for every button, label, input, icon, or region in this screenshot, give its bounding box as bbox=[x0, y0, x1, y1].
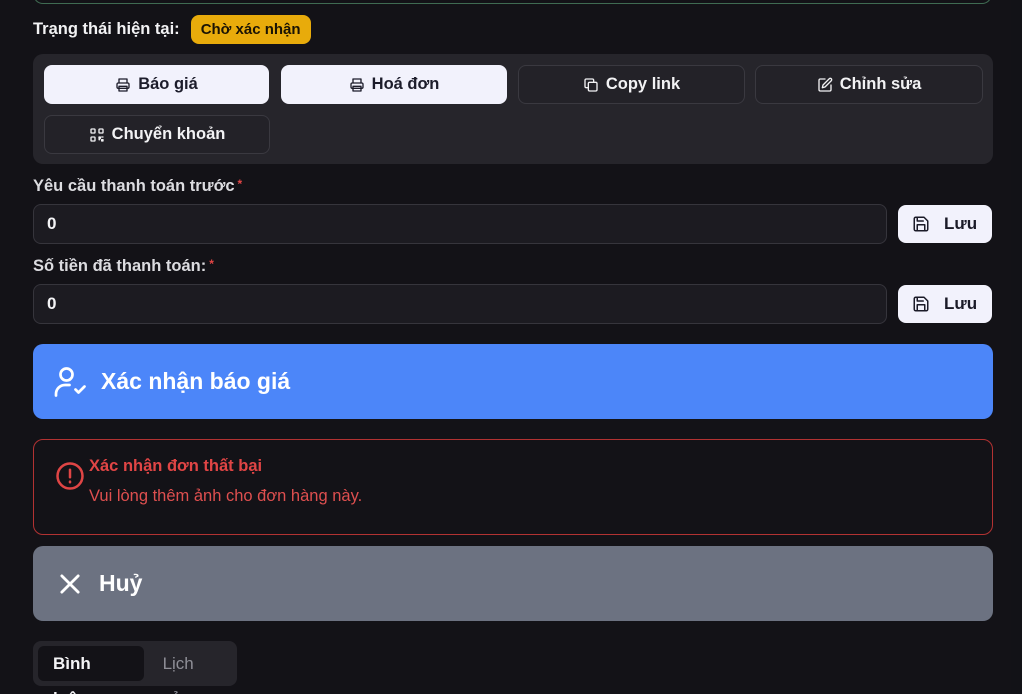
status-badge: Chờ xác nhận bbox=[190, 14, 311, 44]
qr-code-icon bbox=[89, 127, 104, 142]
required-mark: * bbox=[237, 177, 243, 191]
close-icon bbox=[60, 573, 80, 594]
alert-circle-icon bbox=[56, 462, 84, 490]
order-detail-panel: Trạng thái hiện tại: Chờ xác nhận Báo gi… bbox=[0, 0, 1022, 694]
tabs: Bình luận Lịch sử bbox=[33, 641, 237, 694]
scrollbar-track[interactable] bbox=[1011, 0, 1022, 694]
prepayment-label-text: Yêu cầu thanh toán trước bbox=[33, 177, 235, 195]
edit-button[interactable]: Chỉnh sửa bbox=[755, 65, 983, 104]
prepayment-save-label: Lưu bbox=[944, 214, 978, 233]
cancel-order-label: Huỷ bbox=[99, 570, 143, 596]
save-icon bbox=[913, 216, 929, 232]
prepayment-input[interactable]: 0 bbox=[33, 204, 887, 244]
user-check-icon bbox=[54, 366, 86, 397]
error-alert: Xác nhận đơn thất bại Vui lòng thêm ảnh … bbox=[33, 439, 993, 535]
previous-card-edge bbox=[33, 0, 992, 4]
invoice-print-label: Hoá đơn bbox=[371, 75, 440, 93]
actions-panel: Báo giá Hoá đơn Copy link Chỉnh sửa Chuy… bbox=[33, 54, 993, 164]
copy-link-label: Copy link bbox=[605, 75, 681, 93]
edit-icon bbox=[818, 77, 833, 92]
paid-amount-label: Số tiền đã thanh toán: * bbox=[33, 257, 214, 276]
required-mark: * bbox=[209, 257, 214, 271]
quote-print-button[interactable]: Báo giá bbox=[44, 65, 269, 104]
bank-transfer-button[interactable]: Chuyển khoản bbox=[44, 115, 270, 154]
confirm-quote-button[interactable]: Xác nhận báo giá bbox=[33, 344, 993, 419]
bank-transfer-label: Chuyển khoản bbox=[111, 125, 226, 143]
copy-icon bbox=[584, 77, 598, 92]
invoice-print-button[interactable]: Hoá đơn bbox=[281, 65, 507, 104]
status-label: Trạng thái hiện tại: bbox=[33, 19, 180, 38]
tab-comments[interactable]: Bình luận bbox=[38, 646, 144, 694]
paid-amount-save-button[interactable]: Lưu bbox=[898, 285, 992, 323]
tab-history[interactable]: Lịch sử bbox=[148, 646, 232, 694]
confirm-quote-label: Xác nhận báo giá bbox=[101, 368, 291, 394]
status-row: Trạng thái hiện tại: Chờ xác nhận bbox=[33, 14, 311, 44]
copy-link-button[interactable]: Copy link bbox=[518, 65, 745, 104]
paid-amount-label-text: Số tiền đã thanh toán: bbox=[33, 257, 207, 275]
alert-message: Vui lòng thêm ảnh cho đơn hàng này. bbox=[89, 487, 363, 505]
printer-icon bbox=[116, 77, 130, 92]
prepayment-save-button[interactable]: Lưu bbox=[898, 205, 992, 243]
edit-label: Chỉnh sửa bbox=[839, 75, 922, 93]
prepayment-label: Yêu cầu thanh toán trước * bbox=[33, 177, 242, 196]
paid-amount-input[interactable]: 0 bbox=[33, 284, 887, 324]
quote-print-label: Báo giá bbox=[138, 75, 198, 93]
save-icon bbox=[913, 296, 929, 312]
alert-title: Xác nhận đơn thất bại bbox=[89, 457, 263, 475]
printer-icon bbox=[350, 77, 364, 92]
paid-amount-save-label: Lưu bbox=[944, 294, 978, 313]
cancel-order-button[interactable]: Huỷ bbox=[33, 546, 993, 621]
